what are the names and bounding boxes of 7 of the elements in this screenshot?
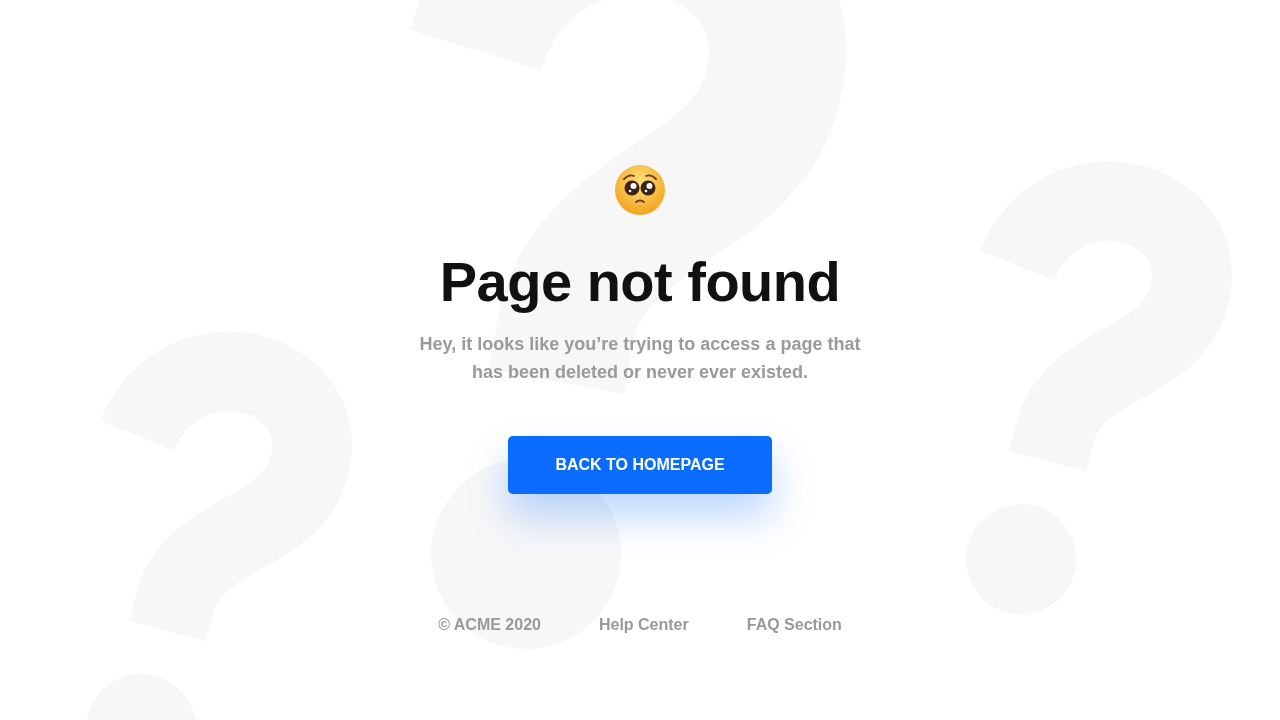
error-message: Hey, it looks like you’re trying to access a page that has been deleted or never ever existed. bbox=[418, 333, 862, 384]
back-to-homepage-button[interactable]: BACK TO HOMEPAGE bbox=[508, 436, 772, 494]
copyright-text: © ACME 2020 bbox=[438, 616, 541, 634]
pleading-face-icon bbox=[614, 164, 666, 216]
footer-link[interactable]: FAQ Section bbox=[746, 616, 842, 634]
page-title: Page not found bbox=[439, 250, 841, 314]
footer-link[interactable]: Help Center bbox=[598, 616, 689, 634]
